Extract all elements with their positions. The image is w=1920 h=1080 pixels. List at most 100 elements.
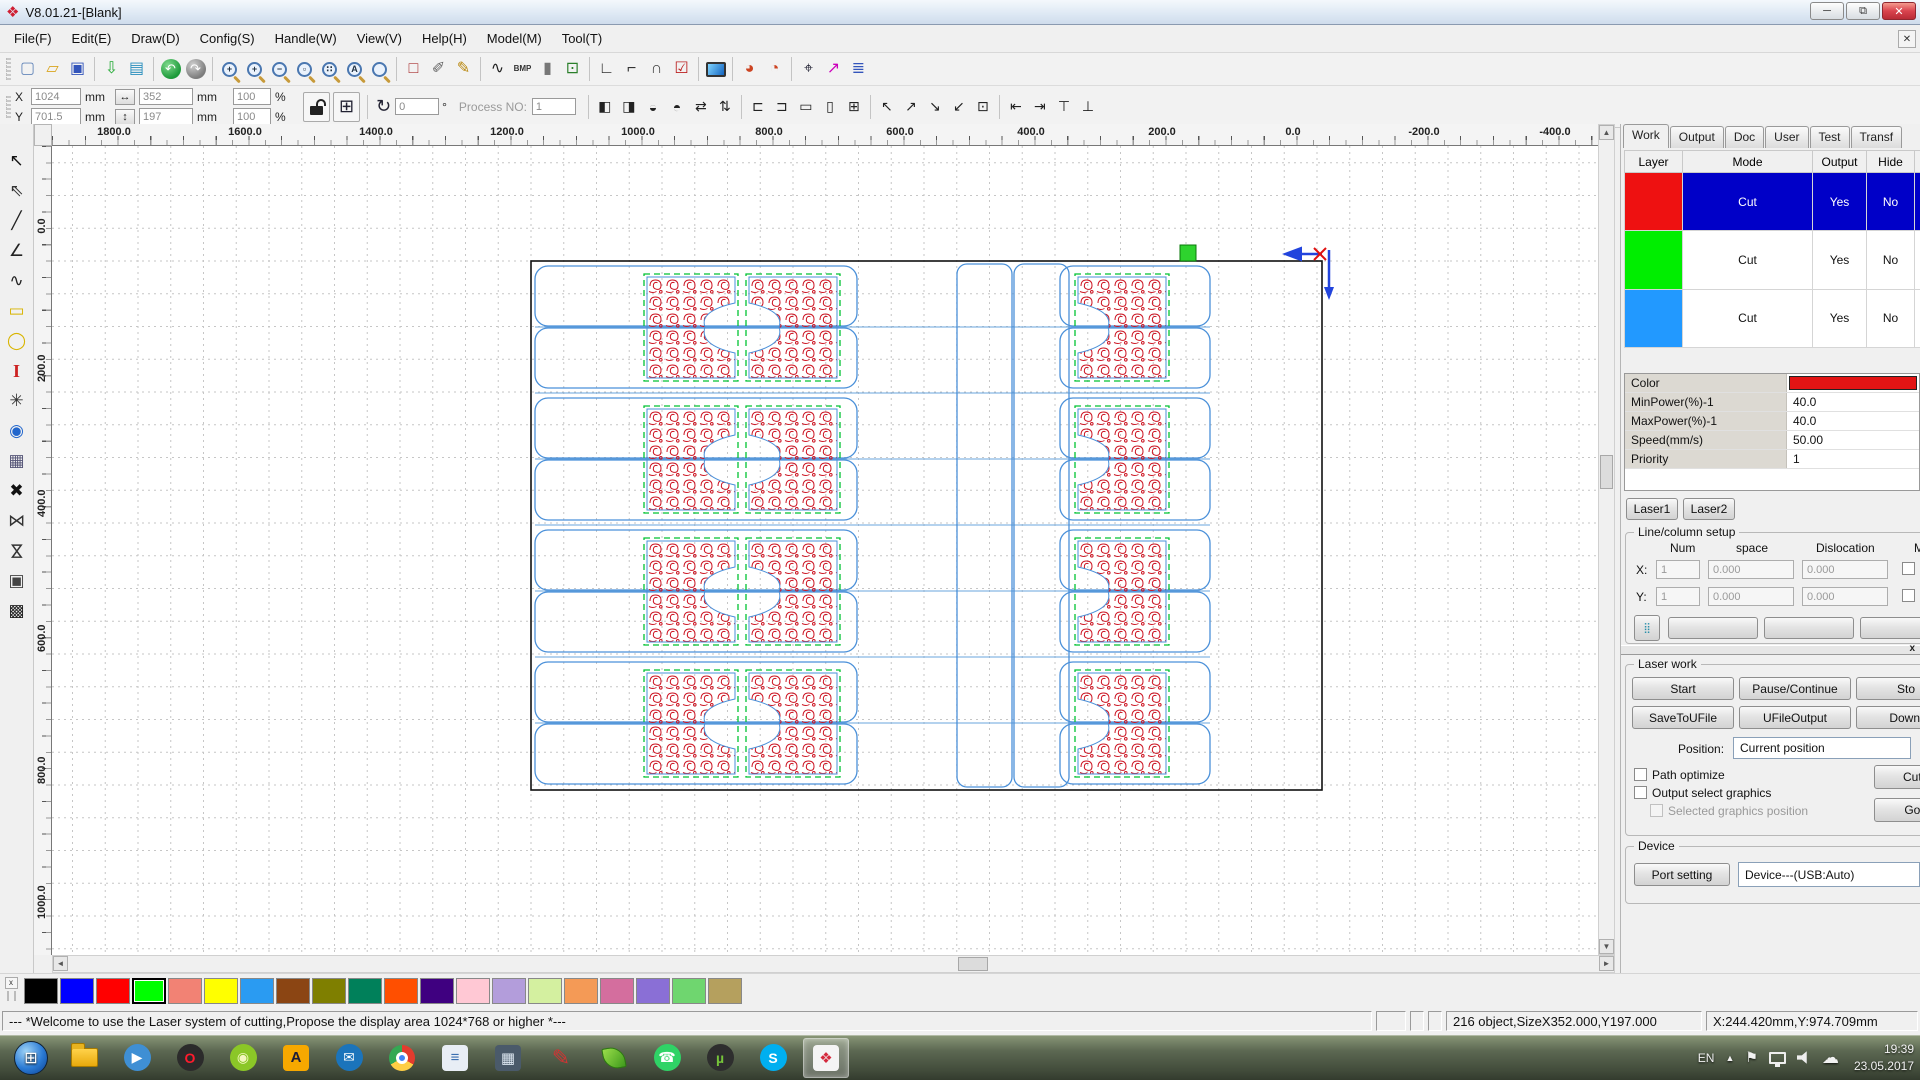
edit-pen-icon[interactable]: ✎ — [451, 56, 476, 82]
layer-hide-cell[interactable]: No — [1867, 289, 1915, 347]
layer-output-cell[interactable]: Yes — [1813, 231, 1867, 289]
check-output-tool-icon[interactable]: ☑ — [669, 56, 694, 82]
palette-color-16[interactable] — [600, 978, 634, 1004]
delete-tool-icon[interactable]: ✖ — [3, 476, 31, 506]
volume-icon[interactable] — [1797, 1051, 1811, 1065]
minimize-button[interactable]: ─ — [1810, 2, 1844, 20]
taskbar-notepad[interactable]: ≡ — [432, 1038, 478, 1078]
palette-color-2[interactable] — [96, 978, 130, 1004]
taskbar-chrome[interactable] — [379, 1038, 425, 1078]
layer-color-swatch[interactable] — [1789, 376, 1917, 390]
palette-color-11[interactable] — [420, 978, 454, 1004]
simulate-tool-icon[interactable]: ◕ — [737, 56, 762, 82]
y-num-input[interactable] — [1656, 587, 1700, 606]
align-top-left-icon[interactable]: ↖ — [875, 95, 899, 119]
anchor-tool-icon[interactable]: ⊡ — [560, 56, 585, 82]
process-no-input[interactable] — [532, 98, 576, 115]
scroll-up-icon[interactable]: ▲ — [1599, 125, 1614, 140]
laser2-button[interactable]: Laser2 — [1683, 498, 1735, 520]
taskbar-whatsapp[interactable]: ☎ — [644, 1038, 690, 1078]
zoom-all-icon[interactable]: A — [342, 56, 367, 82]
palette-color-8[interactable] — [312, 978, 346, 1004]
mirror-vertical-copy-icon[interactable]: ◓ — [665, 95, 689, 119]
menu-item-viewv[interactable]: View(V) — [347, 27, 412, 50]
param-value[interactable]: 40.0 — [1787, 412, 1919, 430]
photo-tool-icon[interactable]: ◉ — [3, 416, 31, 446]
palette-color-14[interactable] — [528, 978, 562, 1004]
layer-table[interactable]: Layer Mode Output Hide CutYesNoCutYesNoC… — [1624, 150, 1920, 348]
palette-color-17[interactable] — [636, 978, 670, 1004]
pause-continue-button[interactable]: Pause/Continue — [1739, 677, 1851, 700]
param-value[interactable]: 1 — [1787, 450, 1919, 468]
align-right-edge-icon[interactable]: ⇥ — [1028, 95, 1052, 119]
x-dislocation-input[interactable] — [1802, 560, 1888, 579]
palette-color-10[interactable] — [384, 978, 418, 1004]
new-file-icon[interactable]: ▢ — [15, 56, 40, 82]
zoom-in-icon[interactable]: + — [242, 56, 267, 82]
curve-tool-icon[interactable]: ∿ — [485, 56, 510, 82]
menu-item-drawd[interactable]: Draw(D) — [121, 27, 189, 50]
scroll-left-icon[interactable]: ◄ — [53, 956, 68, 971]
output-select-checkbox[interactable] — [1634, 786, 1647, 799]
layer-extra-cell[interactable] — [1915, 173, 1920, 231]
path-head-tool-icon[interactable]: ∟ — [594, 56, 619, 82]
horizontal-scrollbar[interactable]: ◄ ► — [52, 955, 1615, 973]
undo-icon[interactable]: ↶ — [158, 56, 183, 82]
same-width-icon[interactable]: ⊏ — [746, 95, 770, 119]
design-canvas[interactable] — [52, 146, 1598, 955]
stop-button[interactable]: Sto — [1856, 677, 1920, 700]
align-left-edge-icon[interactable]: ⇤ — [1004, 95, 1028, 119]
palette-color-5[interactable] — [204, 978, 238, 1004]
clock[interactable]: 19:39 23.05.2017 — [1854, 1041, 1914, 1075]
line-tool-icon[interactable]: ╱ — [3, 206, 31, 236]
palette-color-0[interactable] — [24, 978, 58, 1004]
align-top-edge-icon[interactable]: ⊤ — [1052, 95, 1076, 119]
text-tool-icon[interactable]: I — [3, 356, 31, 386]
fill-rect-tool-icon[interactable]: ▮ — [535, 56, 560, 82]
output-list-tool-icon[interactable]: ≣ — [846, 56, 871, 82]
document-close-button[interactable]: ✕ — [1898, 30, 1916, 48]
star-tool-icon[interactable]: ✳ — [3, 386, 31, 416]
palette-color-9[interactable] — [348, 978, 382, 1004]
tab-user[interactable]: User — [1765, 126, 1808, 148]
port-setting-button[interactable]: Port setting — [1634, 863, 1730, 886]
zoom-grid-icon[interactable]: ∷ — [317, 56, 342, 82]
menu-item-helph[interactable]: Help(H) — [412, 27, 477, 50]
align-bottom-right-icon[interactable]: ↘ — [923, 95, 947, 119]
save-file-icon[interactable]: ▣ — [65, 56, 90, 82]
mirror-v-tool-icon[interactable]: ⋈ — [3, 536, 31, 566]
align-center-icon[interactable]: ⊡ — [971, 95, 995, 119]
import-file-icon[interactable]: ⇩ — [99, 56, 124, 82]
layer-hide-cell[interactable]: No — [1867, 231, 1915, 289]
same-height-icon[interactable]: ⊐ — [770, 95, 794, 119]
menu-item-handlew[interactable]: Handle(W) — [265, 27, 347, 50]
layer-extra-cell[interactable] — [1915, 231, 1920, 289]
grid-array-tool-icon[interactable]: ▦ — [3, 446, 31, 476]
y-mirror-checkbox[interactable] — [1902, 589, 1915, 602]
x-num-input[interactable] — [1656, 560, 1700, 579]
x-space-input[interactable] — [1708, 560, 1794, 579]
layer-mode-cell[interactable]: Cut — [1683, 231, 1813, 289]
layer-mode-cell[interactable]: Cut — [1683, 289, 1813, 347]
menu-item-edite[interactable]: Edit(E) — [62, 27, 122, 50]
palette-color-6[interactable] — [240, 978, 274, 1004]
menu-item-modelm[interactable]: Model(M) — [477, 27, 552, 50]
restore-button[interactable]: ⧉ — [1846, 2, 1880, 20]
start-button[interactable]: ⊞ — [8, 1038, 54, 1078]
exchange-vertical-icon[interactable]: ⇅ — [713, 95, 737, 119]
open-file-icon[interactable]: ▱ — [40, 56, 65, 82]
position-dropdown[interactable]: Current position — [1733, 737, 1911, 759]
scroll-down-icon[interactable]: ▼ — [1599, 939, 1614, 954]
palette-color-1[interactable] — [60, 978, 94, 1004]
taskbar-explorer[interactable] — [61, 1038, 107, 1078]
redo-icon[interactable]: ↷ — [183, 56, 208, 82]
mirror-h-tool-icon[interactable]: ⋈ — [3, 506, 31, 536]
polyline-tool-icon[interactable]: ∠ — [3, 236, 31, 266]
lc-extra-button[interactable] — [1860, 617, 1920, 639]
bridge-tool-icon[interactable]: ∩ — [644, 56, 669, 82]
y-dislocation-input[interactable] — [1802, 587, 1888, 606]
equal-width-icon[interactable]: ▭ — [794, 95, 818, 119]
action-center-flag-icon[interactable]: ⚑ — [1745, 1049, 1758, 1066]
layer-row[interactable]: CutYesNo — [1625, 289, 1920, 347]
palette-color-13[interactable] — [492, 978, 526, 1004]
